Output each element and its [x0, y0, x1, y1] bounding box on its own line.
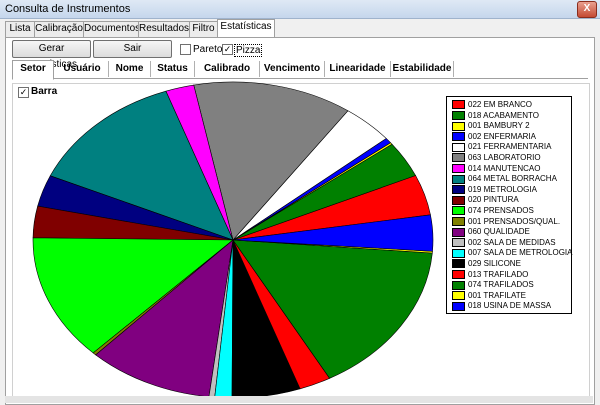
legend-swatch — [452, 259, 465, 269]
legend-swatch — [452, 110, 465, 120]
legend-swatch — [452, 185, 465, 195]
legend-swatch — [452, 216, 465, 226]
legend-swatch — [452, 153, 465, 163]
legend-item: 074 TRAFILADOS — [452, 280, 534, 290]
legend-label: 074 TRAFILADOS — [468, 280, 534, 290]
legend-label: 063 LABORATORIO — [468, 153, 541, 162]
legend-swatch — [452, 280, 465, 290]
legend-swatch — [452, 301, 465, 311]
legend-swatch — [452, 269, 465, 279]
legend-label: 021 FERRAMENTARIA — [468, 142, 552, 152]
legend-swatch — [452, 195, 465, 205]
legend-item: 029 SILICONE — [452, 259, 521, 269]
legend-label: 060 QUALIDADE — [468, 227, 530, 237]
legend-label: 007 SALA DE METROLOGIA — [468, 248, 573, 258]
legend-label: 074 PRENSADOS — [468, 206, 534, 215]
legend-item: 064 METAL BORRACHA — [452, 174, 557, 184]
legend-item: 002 SALA DE MEDIDAS — [452, 238, 556, 248]
legend-label: 001 BAMBURY 2 — [468, 121, 530, 131]
legend-swatch — [452, 174, 465, 184]
legend-swatch — [452, 291, 465, 301]
legend-item: 001 BAMBURY 2 — [452, 121, 530, 131]
legend-label: 013 TRAFILADO — [468, 269, 529, 279]
legend-item: 014 MANUTENCAO — [452, 164, 540, 174]
legend-item: 019 METROLOGIA — [452, 185, 537, 195]
legend-swatch — [452, 238, 465, 248]
legend-item: 022 EM BRANCO — [452, 100, 532, 110]
legend-item: 021 FERRAMENTARIA — [452, 142, 551, 152]
legend-label: 001 TRAFILATE — [468, 290, 526, 300]
legend-label: 022 EM BRANCO — [468, 100, 533, 109]
legend-item: 002 ENFERMARIA — [452, 132, 536, 142]
chart-legend: 022 EM BRANCO 018 ACABAMENTO 001 BAMBURY 2… — [446, 96, 572, 314]
legend-label: 002 SALA DE MEDIDAS — [468, 237, 556, 247]
legend-item: 018 ACABAMENTO — [452, 111, 539, 121]
legend-item: 074 PRENSADOS — [452, 206, 534, 216]
legend-label: 018 USINA DE MASSA — [468, 301, 552, 311]
legend-label: 001 PRENSADOS/QUAL. — [468, 216, 561, 226]
legend-swatch — [452, 206, 465, 216]
legend-item: 001 TRAFILATE — [452, 291, 526, 301]
legend-swatch — [452, 100, 465, 110]
legend-label: 064 METAL BORRACHA — [468, 174, 557, 184]
legend-label: 018 ACABAMENTO — [468, 110, 539, 120]
legend-label: 029 SILICONE — [468, 259, 521, 268]
legend-swatch — [452, 163, 465, 173]
legend-swatch — [452, 142, 465, 152]
legend-label: 020 PINTURA — [468, 195, 519, 205]
legend-swatch — [452, 248, 465, 258]
legend-item: 018 USINA DE MASSA — [452, 301, 551, 311]
legend-label: 019 METROLOGIA — [468, 184, 537, 194]
legend-swatch — [452, 227, 465, 237]
legend-label: 002 ENFERMARIA — [468, 131, 537, 141]
legend-item: 060 QUALIDADE — [452, 227, 530, 237]
bottom-scrollbar[interactable] — [5, 396, 593, 403]
legend-item: 001 PRENSADOS/QUAL. — [452, 217, 560, 227]
legend-swatch — [452, 121, 465, 131]
legend-item: 013 TRAFILADO — [452, 270, 528, 280]
legend-item: 063 LABORATORIO — [452, 153, 541, 163]
legend-item: 007 SALA DE METROLOGIA — [452, 248, 572, 258]
legend-label: 014 MANUTENCAO — [468, 163, 541, 173]
legend-swatch — [452, 132, 465, 142]
legend-item: 020 PINTURA — [452, 195, 519, 205]
